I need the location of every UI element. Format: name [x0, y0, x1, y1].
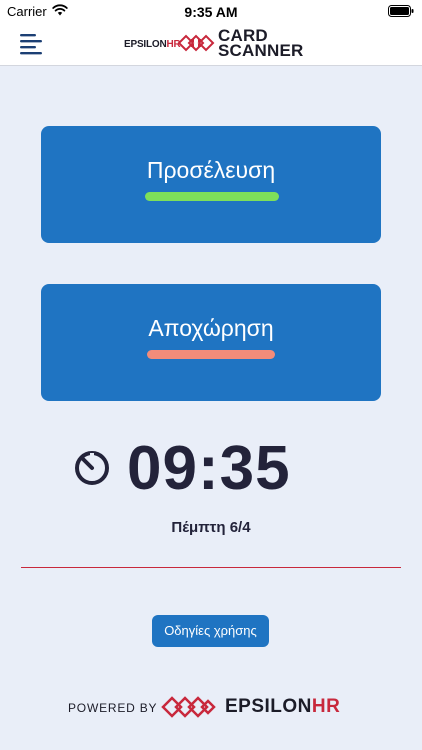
nav-bar: EPSILONHR CARD SCANNER [0, 22, 422, 66]
status-time: 9:35 AM [184, 4, 238, 20]
diamond-logo-icon [177, 34, 215, 52]
menu-icon[interactable] [20, 33, 44, 55]
footer-brand: EPSILONHR [225, 696, 341, 717]
epsilon-logo-icon [161, 696, 216, 718]
app-logo: EPSILONHR CARD SCANNER [124, 26, 324, 60]
timer-icon [75, 451, 109, 485]
checkin-underline [145, 192, 279, 201]
divider [21, 567, 401, 568]
checkout-underline [147, 350, 275, 359]
status-bar: Carrier 9:35 AM [0, 0, 422, 22]
powered-by-label: POWERED BY [68, 701, 158, 715]
clock-date: Πέμπτη 6/4 [171, 519, 251, 536]
checkin-button[interactable]: Προσέλευση [41, 126, 381, 243]
checkout-label: Αποχώρηση [148, 315, 274, 341]
battery-icon [388, 5, 414, 17]
brand-title: CARD SCANNER [218, 26, 304, 60]
clock-time: 09:35 [127, 434, 291, 503]
checkout-button[interactable]: Αποχώρηση [41, 284, 381, 401]
help-button[interactable]: Οδηγίες χρήσης [152, 615, 269, 647]
checkin-label: Προσέλευση [146, 157, 276, 183]
brand-small-text: EPSILONHR [124, 39, 181, 50]
footer: POWERED BY EPSILONHR [0, 690, 422, 726]
